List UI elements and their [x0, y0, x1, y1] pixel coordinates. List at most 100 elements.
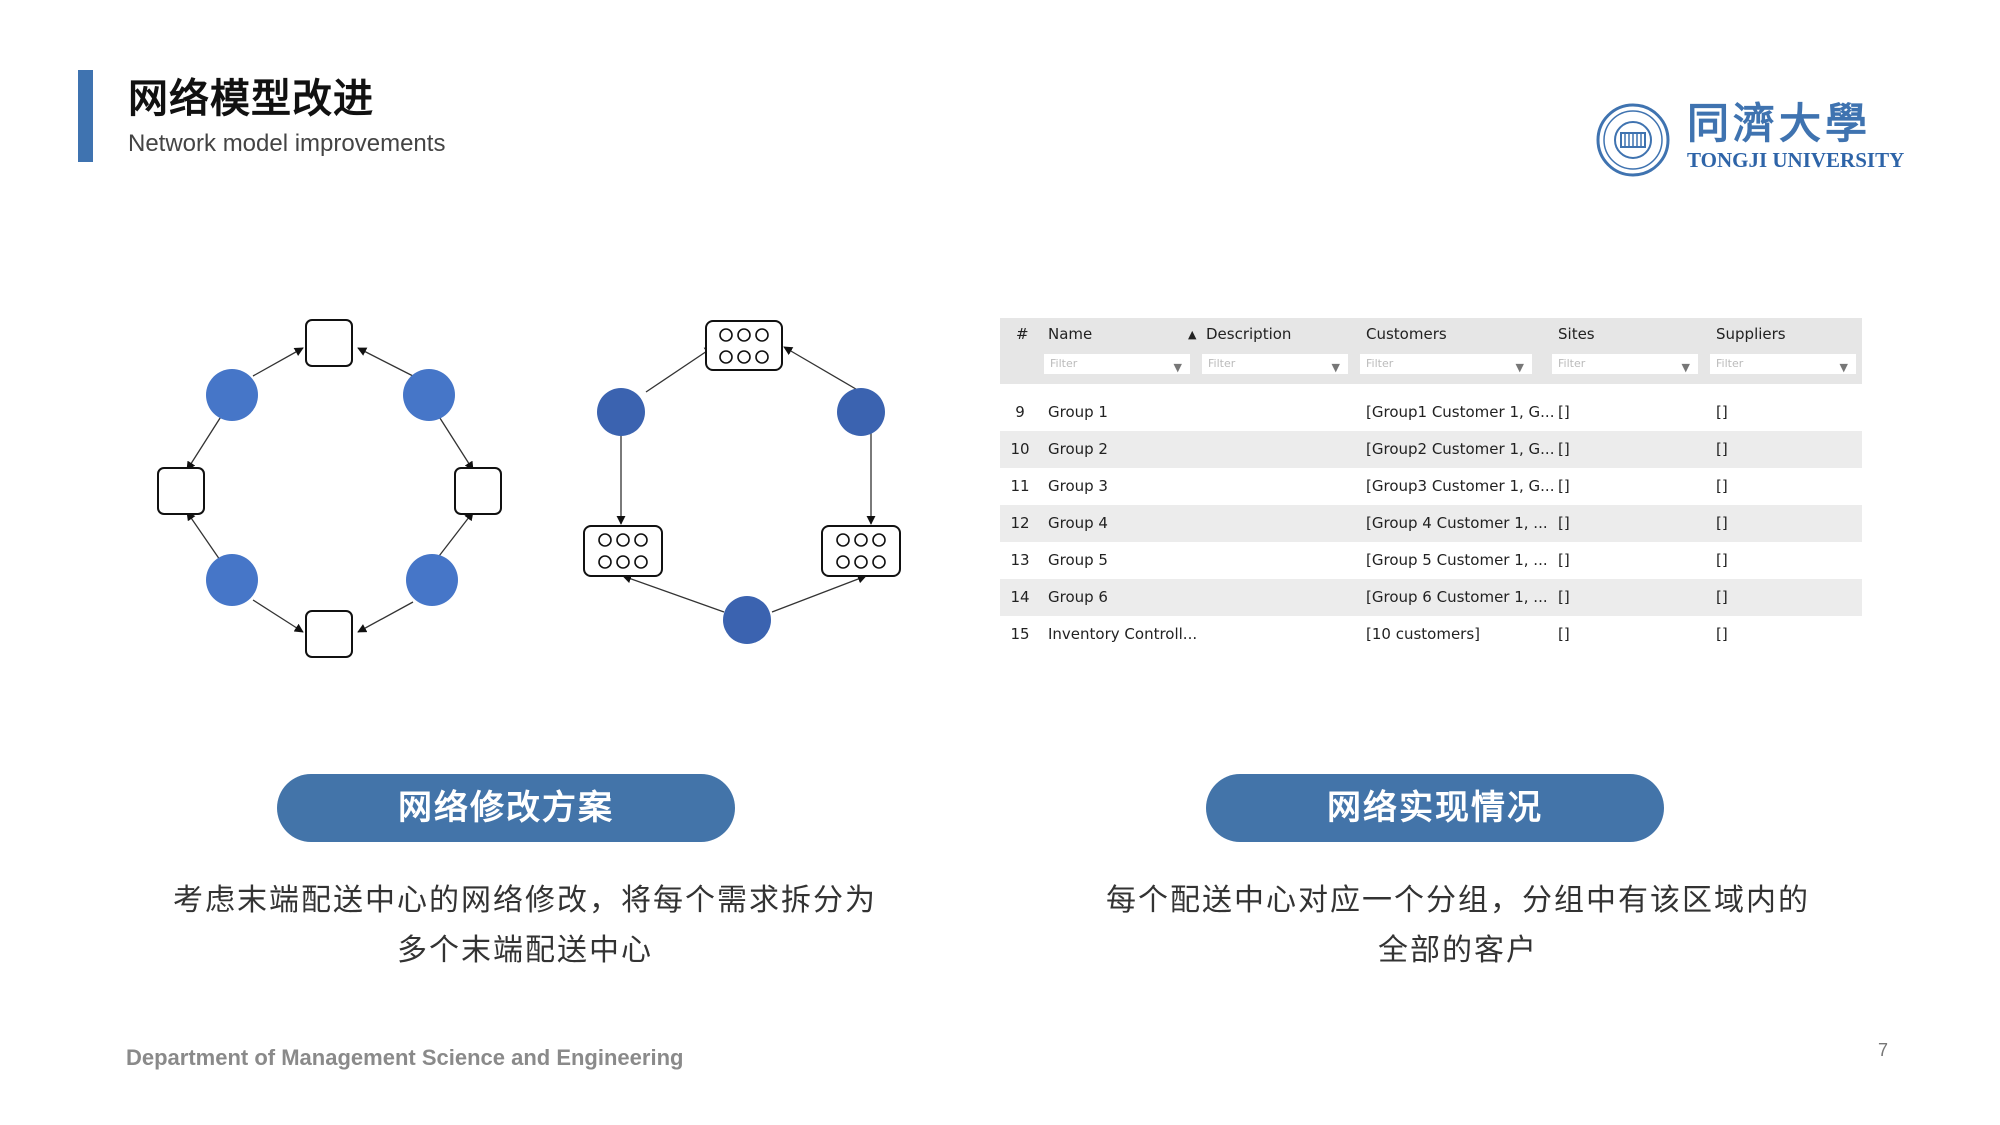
cell-suppliers: [] — [1716, 477, 1728, 495]
table-row[interactable]: 10 Group 2 [Group2 Customer 1, G... [] [… — [1000, 431, 1862, 468]
cell-number: 11 — [1010, 477, 1030, 495]
university-name-en: TONGJI UNIVERSITY — [1687, 148, 1905, 172]
filter-customers[interactable]: Filter ▼ — [1360, 354, 1532, 374]
cell-suppliers: [] — [1716, 440, 1728, 458]
cell-suppliers: [] — [1716, 625, 1728, 643]
node-circle — [206, 369, 258, 421]
table-row[interactable]: 12 Group 4 [Group 4 Customer 1, ... [] [… — [1000, 505, 1862, 542]
cell-name: Group 5 — [1048, 551, 1108, 569]
cell-name: Group 1 — [1048, 403, 1108, 421]
filter-description[interactable]: Filter ▼ — [1202, 354, 1348, 374]
university-seal-icon — [1596, 103, 1670, 177]
page-title: 网络模型改进 — [128, 76, 374, 122]
col-header-sites[interactable]: Sites — [1558, 325, 1595, 343]
table-row[interactable]: 15 Inventory Controll... [10 customers] … — [1000, 616, 1862, 653]
node-square — [305, 319, 353, 367]
edge — [186, 414, 223, 471]
desc-line: 全部的客户 — [1378, 933, 1538, 968]
cell-sites: [] — [1558, 551, 1570, 569]
filter-suppliers[interactable]: Filter ▼ — [1710, 354, 1856, 374]
col-header-description[interactable]: Description — [1206, 325, 1291, 343]
edge — [357, 601, 414, 633]
desc-line: 每个配送中心对应一个分组，分组中有该区域内的 — [1106, 883, 1810, 918]
table-row[interactable]: 11 Group 3 [Group3 Customer 1, G... [] [… — [1000, 468, 1862, 505]
node-square — [157, 467, 205, 515]
node-circle — [597, 388, 645, 436]
col-header-name[interactable]: Name — [1048, 325, 1092, 343]
node-circle — [406, 554, 458, 606]
page-subtitle: Network model improvements — [128, 130, 446, 157]
cell-customers: [Group 5 Customer 1, ... — [1366, 551, 1548, 569]
node-square — [454, 467, 502, 515]
edge — [771, 574, 867, 613]
title-accent-bar — [78, 70, 93, 162]
cell-sites: [] — [1558, 514, 1570, 532]
edge — [437, 414, 474, 471]
filter-placeholder: Filter — [1050, 357, 1078, 370]
cell-name: Group 2 — [1048, 440, 1108, 458]
cell-customers: [10 customers] — [1366, 625, 1481, 643]
cell-number: 15 — [1010, 625, 1030, 643]
ring-network-diagram — [157, 319, 502, 658]
col-header-customers[interactable]: Customers — [1366, 325, 1447, 343]
node-circle — [206, 554, 258, 606]
edge — [357, 347, 414, 377]
cell-sites: [] — [1558, 403, 1570, 421]
university-name-cn: 同濟大學 — [1687, 99, 1872, 148]
network-implementation-label: 网络实现情况 — [1206, 774, 1664, 842]
filter-icon[interactable]: ▼ — [1174, 358, 1182, 378]
page-number: 7 — [1878, 1040, 1889, 1060]
cell-customers: [Group 6 Customer 1, ... — [1366, 588, 1548, 606]
multi-center-network-diagram — [583, 320, 901, 644]
implementation-description: 每个配送中心对应一个分组，分组中有该区域内的 全部的客户 — [1068, 876, 1848, 976]
col-header-number[interactable]: # — [1016, 325, 1029, 343]
cell-name: Group 3 — [1048, 477, 1108, 495]
groups-table: # Name ▲ Description Customers Sites Sup… — [1000, 318, 1862, 653]
edge — [783, 346, 862, 393]
edge — [186, 511, 221, 561]
edge — [252, 599, 304, 633]
filter-sites[interactable]: Filter ▼ — [1552, 354, 1698, 374]
university-logo: 同濟大學 TONGJI UNIVERSITY — [1595, 99, 1904, 180]
cell-customers: [Group2 Customer 1, G... — [1366, 440, 1555, 458]
table-row[interactable]: 9 Group 1 [Group1 Customer 1, G... [] [] — [1000, 394, 1862, 431]
cell-suppliers: [] — [1716, 403, 1728, 421]
edge — [435, 511, 474, 561]
edge — [645, 346, 714, 393]
desc-line: 考虑末端配送中心的网络修改，将每个需求拆分为 — [173, 883, 877, 918]
cell-sites: [] — [1558, 477, 1570, 495]
table-row[interactable]: 13 Group 5 [Group 5 Customer 1, ... [] [… — [1000, 542, 1862, 579]
filter-name[interactable]: Filter ▼ — [1044, 354, 1190, 374]
cell-number: 9 — [1015, 403, 1025, 421]
filter-icon[interactable]: ▼ — [1840, 358, 1848, 378]
cell-suppliers: [] — [1716, 514, 1728, 532]
cell-sites: [] — [1558, 588, 1570, 606]
table-header: # Name ▲ Description Customers Sites Sup… — [1000, 318, 1862, 384]
filter-icon[interactable]: ▼ — [1332, 358, 1340, 378]
department-footer: Department of Management Science and Eng… — [126, 1045, 684, 1070]
cell-number: 13 — [1010, 551, 1030, 569]
network-modification-label: 网络修改方案 — [277, 774, 735, 842]
cell-name: Group 4 — [1048, 514, 1108, 532]
cell-name: Inventory Controll... — [1048, 625, 1198, 643]
cell-customers: [Group1 Customer 1, G... — [1366, 403, 1555, 421]
desc-line: 多个末端配送中心 — [397, 933, 653, 968]
filter-icon[interactable]: ▼ — [1516, 358, 1524, 378]
filter-placeholder: Filter — [1716, 357, 1744, 370]
cell-sites: [] — [1558, 440, 1570, 458]
edge — [622, 574, 725, 613]
cell-name: Group 6 — [1048, 588, 1108, 606]
sort-ascending-icon[interactable]: ▲ — [1188, 328, 1196, 341]
cell-customers: [Group3 Customer 1, G... — [1366, 477, 1555, 495]
col-header-suppliers[interactable]: Suppliers — [1716, 325, 1786, 343]
filter-placeholder: Filter — [1558, 357, 1586, 370]
filter-icon[interactable]: ▼ — [1682, 358, 1690, 378]
cell-number: 14 — [1010, 588, 1030, 606]
filter-placeholder: Filter — [1366, 357, 1394, 370]
table-row[interactable]: 14 Group 6 [Group 6 Customer 1, ... [] [… — [1000, 579, 1862, 616]
node-circle — [403, 369, 455, 421]
node-square — [305, 610, 353, 658]
cell-suppliers: [] — [1716, 551, 1728, 569]
cell-number: 10 — [1010, 440, 1030, 458]
cell-customers: [Group 4 Customer 1, ... — [1366, 514, 1548, 532]
